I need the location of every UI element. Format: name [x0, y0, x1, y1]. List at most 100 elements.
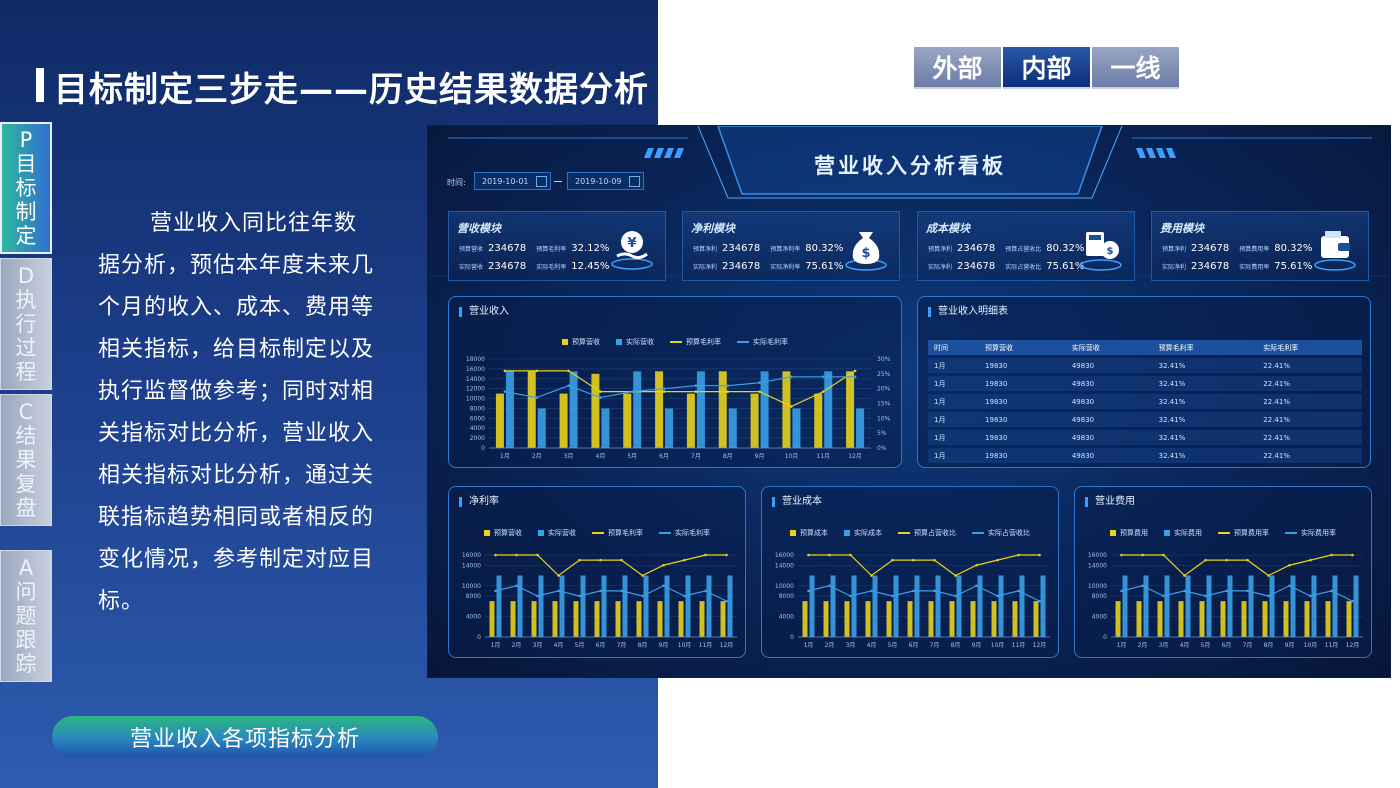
pdca-item-d[interactable]: D执行过程 [0, 258, 52, 390]
bar-1-1 [537, 408, 546, 448]
kpi-label: 预算净利率 [770, 246, 801, 253]
kpi-row-budget: 预算营收 234678 预算毛利率 32.12% [459, 243, 619, 254]
x-tick-label: 9月 [972, 642, 982, 649]
y-tick-label: 0 [790, 634, 794, 641]
point-2-7 [726, 390, 730, 393]
bar-0-7 [1262, 601, 1268, 637]
bar-0-11 [720, 601, 726, 637]
x-tick-label: 1月 [804, 642, 814, 649]
kpi-label: 预算毛利率 [536, 246, 567, 253]
bar-1-4 [580, 575, 586, 637]
x-tick-label: 6月 [909, 642, 919, 649]
pdca-item-p[interactable]: P目标制定 [0, 122, 52, 254]
kpi-value: 234678 [488, 261, 527, 272]
operating-expense-chart: 0 4000 8000 10000 14000 16000 1月 2月 3月 4月 5月 6月 7月 8月… [1088, 552, 1363, 649]
calendar-icon [536, 176, 547, 187]
point-3-11 [1038, 599, 1041, 603]
point-3-9 [790, 375, 793, 379]
slide: 目标制定三步走——历史结果数据分析 P目标制定D执行过程C结果复盘 A问题跟踪 营… [0, 0, 1400, 788]
point-3-5 [599, 589, 602, 593]
point-3-9 [1309, 594, 1312, 598]
point-2-9 [1309, 558, 1312, 562]
point-3-4 [891, 594, 894, 598]
x-tick-label: 3月 [846, 642, 856, 649]
point-2-3 [599, 390, 602, 393]
table-header-cell: 实际营收 [1065, 340, 1153, 355]
point-2-10 [704, 553, 707, 557]
bar-0-3 [1178, 601, 1184, 637]
pdca-label-char: 踪 [15, 652, 37, 676]
kpi-label: 实际净利率 [770, 264, 801, 271]
tab-0[interactable]: 外部 [914, 47, 1001, 89]
x-tick-label: 11月 [699, 642, 713, 649]
point-2-7 [641, 574, 644, 577]
point-3-10 [821, 375, 825, 379]
point-2-4 [1204, 558, 1207, 562]
bar-0-7 [718, 371, 727, 448]
pdca-letter: P [19, 128, 33, 152]
kpi-label: 预算净利 [693, 246, 718, 253]
bar-0-9 [991, 601, 997, 637]
table-cell: 49830 [1065, 448, 1153, 463]
table-cell: 32.41% [1152, 394, 1258, 409]
x-tick-label: 8月 [638, 642, 648, 649]
point-2-3 [870, 574, 873, 577]
point-2-2 [567, 369, 570, 373]
x-tick-label: 8月 [951, 642, 961, 649]
bar-0-0 [1115, 601, 1121, 637]
x-tick-label: 2月 [532, 453, 542, 460]
table-cell: 32.41% [1152, 412, 1258, 427]
y2-tick-label: 10% [877, 415, 891, 422]
point-2-8 [975, 563, 978, 567]
point-2-2 [536, 553, 539, 557]
kpi-label: 预算费用率 [1239, 246, 1270, 253]
x-tick-label: 8月 [723, 453, 733, 460]
kpi-value: 32.12% [571, 243, 610, 254]
point-2-5 [912, 558, 915, 562]
table-header-cell: 时间 [928, 340, 980, 355]
wallet-icon [1314, 231, 1356, 271]
point-3-5 [1225, 589, 1228, 593]
bar-0-1 [1136, 601, 1142, 637]
tab-1[interactable]: 内部 [1003, 47, 1090, 89]
bar-0-0 [489, 601, 495, 637]
metrics-analysis-button[interactable]: 营业收入各项指标分析 [52, 716, 438, 758]
point-2-7 [1267, 574, 1270, 577]
point-2-10 [1330, 553, 1333, 557]
kpi-row-actual: 实际净利 234678 实际净利率 75.61% [693, 261, 853, 272]
point-3-3 [557, 589, 560, 593]
pdca-label-char: 行 [15, 312, 37, 336]
bar-0-2 [1157, 601, 1163, 637]
y-tick-label: 16000 [1088, 552, 1107, 559]
pdca-letter: C [18, 400, 34, 424]
point-2-6 [933, 558, 936, 562]
tab-2[interactable]: 一线 [1092, 47, 1179, 89]
point-3-8 [1288, 584, 1291, 588]
pdca-label-char: 问 [15, 580, 37, 604]
point-3-0 [807, 589, 810, 593]
table-cell: 49830 [1065, 412, 1153, 427]
table-cell: 19830 [979, 358, 1066, 373]
point-3-3 [870, 589, 873, 593]
y-tick-label: 8000 [470, 405, 485, 412]
pdca-item-a[interactable]: A问题跟踪 [0, 550, 52, 682]
calculator-coin-icon: $ [1080, 232, 1122, 271]
bar-1-7 [956, 575, 962, 637]
bar-1-10 [824, 371, 833, 448]
slide-title: 目标制定三步走——历史结果数据分析 [54, 70, 649, 110]
bar-1-5 [1227, 575, 1233, 637]
bar-1-1 [517, 575, 523, 637]
x-tick-label: 3月 [564, 453, 574, 460]
revenue-dashboard: 营业收入分析看板 时间: 2019-10-01 2019-10-09 营收模块预… [427, 125, 1391, 678]
operating-expense-chart-panel: 营业费用 预算费用 实际费用 预算费用率 实际费用率 0 4000 8000 10000 14… [1074, 486, 1372, 658]
x-tick-label: 7月 [930, 642, 940, 649]
point-2-1 [1141, 553, 1144, 557]
bar-1-9 [998, 575, 1004, 637]
pdca-item-c[interactable]: C结果复盘 [0, 394, 52, 526]
bar-0-8 [750, 393, 759, 448]
bar-1-4 [893, 575, 899, 637]
point-3-5 [662, 387, 666, 390]
point-3-10 [1330, 589, 1333, 593]
date-start-picker[interactable]: 2019-10-01 [474, 172, 551, 190]
date-end-picker[interactable]: 2019-10-09 [567, 172, 644, 190]
